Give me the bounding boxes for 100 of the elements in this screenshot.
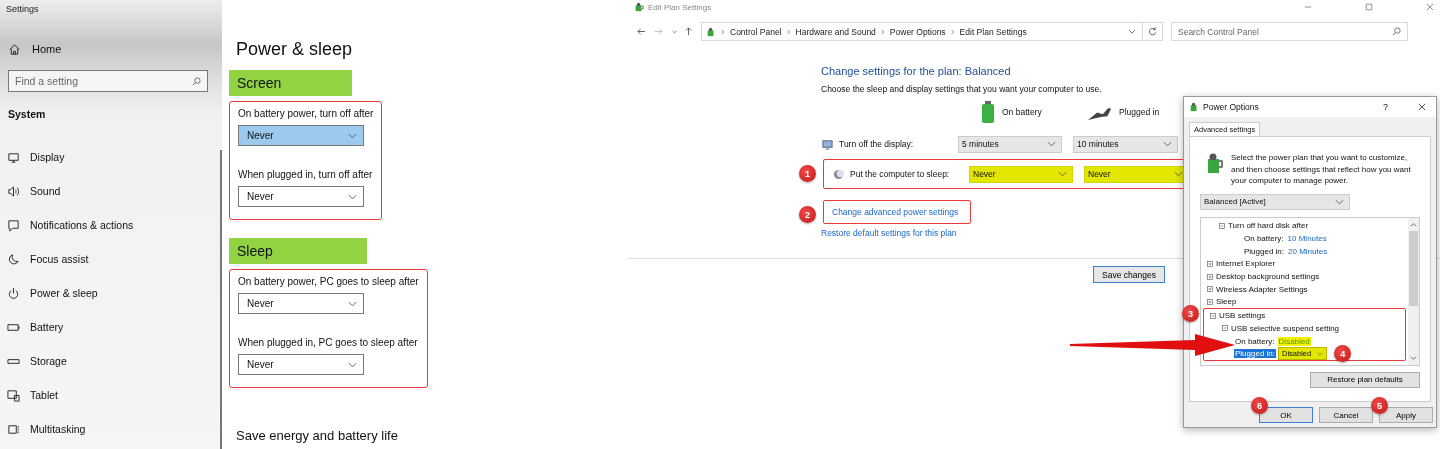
- scroll-thumb[interactable]: [1409, 230, 1418, 306]
- chevron-icon: [721, 28, 725, 35]
- search-field[interactable]: Find a setting: [8, 70, 208, 92]
- expand-icon[interactable]: [1207, 260, 1213, 267]
- tablet-icon: [7, 388, 20, 402]
- app-icon: [1189, 102, 1199, 112]
- chevron-icon: [1174, 171, 1183, 177]
- chevron-icon[interactable]: [1128, 29, 1136, 34]
- tree-item[interactable]: Desktop background settings: [1216, 272, 1320, 282]
- scrollbar[interactable]: [220, 150, 222, 449]
- link[interactable]: Restore default settings for this plan: [821, 228, 957, 238]
- column-header: Plugged in: [1119, 107, 1160, 117]
- setting-label: On battery:: [1234, 336, 1276, 346]
- step-badge: 2: [799, 206, 816, 223]
- tree-item[interactable]: USB settings: [1219, 311, 1266, 321]
- sidebar-item[interactable]: Focus assist: [0, 249, 220, 269]
- section-heading: Save energy and battery life: [236, 428, 399, 444]
- power-icon: [7, 286, 20, 300]
- restore-button[interactable]: Restore plan defaults: [1310, 371, 1420, 388]
- up-icon[interactable]: [684, 27, 693, 36]
- collapse-icon[interactable]: [1222, 325, 1228, 332]
- expand-icon[interactable]: [1207, 273, 1213, 280]
- search-icon: [1392, 27, 1401, 36]
- sidebar-item[interactable]: Storage: [0, 351, 220, 371]
- minimize-icon[interactable]: [1304, 3, 1312, 11]
- moon-icon: [7, 252, 20, 266]
- tree-item[interactable]: Internet Explorer: [1216, 259, 1276, 269]
- setting-value[interactable]: 20 Minutes: [1287, 246, 1329, 256]
- sidebar-item[interactable]: Tablet: [0, 385, 220, 405]
- dropdown[interactable]: Balanced [Active]: [1200, 193, 1350, 210]
- chevron-icon: [1047, 141, 1056, 147]
- forward-icon[interactable]: [654, 27, 663, 36]
- field-label: On battery power, turn off after: [238, 107, 374, 121]
- chevron-icon: [348, 361, 357, 368]
- step-badge: 1: [799, 165, 816, 182]
- breadcrumb-item[interactable]: Power Options: [889, 26, 946, 37]
- tree-item[interactable]: USB selective suspend setting: [1231, 323, 1340, 333]
- step-badge: 4: [1334, 345, 1352, 363]
- section-heading: Screen: [229, 70, 352, 96]
- sidebar-item[interactable]: Battery: [0, 317, 220, 337]
- speaker-icon: [7, 184, 20, 198]
- close-icon[interactable]: [1418, 103, 1426, 111]
- dropdown[interactable]: Never: [238, 186, 364, 207]
- dropdown[interactable]: 5 minutes: [958, 135, 1062, 153]
- page-heading: Change settings for the plan: Balanced: [821, 64, 1011, 78]
- window-title: Edit Plan Settings: [648, 2, 712, 12]
- back-icon[interactable]: [637, 27, 646, 36]
- page-title: Power & sleep: [236, 38, 354, 61]
- dialog-button[interactable]: Cancel: [1319, 407, 1373, 423]
- collapse-icon[interactable]: [1219, 222, 1225, 229]
- scroll-down-icon[interactable]: [1410, 355, 1417, 361]
- refresh-button[interactable]: [1143, 22, 1163, 41]
- chevron-icon: [1335, 198, 1344, 205]
- sidebar-item[interactable]: Power & sleep: [0, 283, 220, 303]
- monitor-icon: [822, 138, 833, 150]
- dropdown[interactable]: Never: [238, 354, 364, 375]
- sidebar-item[interactable]: Notifications & actions: [0, 215, 220, 235]
- section-heading: System: [7, 107, 47, 122]
- setting-value[interactable]: 10 Minutes: [1286, 234, 1328, 244]
- window-title: Power Options: [1203, 102, 1259, 112]
- collapse-icon[interactable]: [1210, 312, 1216, 319]
- description: Choose the sleep and display settings that you want your computer to use.: [821, 83, 1102, 95]
- breadcrumb-item[interactable]: Edit Plan Settings: [959, 26, 1027, 37]
- setting-label: Plugged in:: [1234, 349, 1277, 359]
- app-icon: [706, 26, 716, 37]
- maximize-icon[interactable]: [1365, 3, 1373, 11]
- chevron-icon: [348, 300, 357, 307]
- sidebar-item[interactable]: Multitasking: [0, 419, 220, 439]
- home-link[interactable]: Home: [0, 40, 220, 58]
- tree-item[interactable]: Wireless Adapter Settings: [1216, 284, 1308, 294]
- chevron-icon: [786, 28, 791, 35]
- address-bar[interactable]: Control Panel Hardware and Sound Power Options Edit Plan Settings: [701, 22, 1143, 41]
- column-header: On battery: [1002, 107, 1042, 117]
- setting-value: Disabled: [1277, 336, 1311, 346]
- tree-item[interactable]: Turn off hard disk after: [1228, 221, 1309, 231]
- save-button[interactable]: Save changes: [1093, 266, 1165, 283]
- battery-icon: [981, 101, 995, 123]
- chevron-icon: [950, 28, 955, 35]
- field-label: When plugged in, turn off after: [238, 168, 374, 182]
- app-icon: [1205, 152, 1223, 174]
- expand-icon[interactable]: [1207, 286, 1213, 293]
- expand-icon[interactable]: [1207, 298, 1213, 305]
- dropdown[interactable]: Never: [238, 125, 364, 146]
- sidebar-item[interactable]: Sound: [0, 181, 220, 201]
- chevron-icon: [880, 28, 885, 35]
- help-button[interactable]: ?: [1383, 102, 1388, 112]
- dropdown[interactable]: Never: [969, 165, 1073, 183]
- field-label: When plugged in, PC goes to sleep after: [238, 336, 419, 350]
- dropdown[interactable]: 10 minutes: [1073, 135, 1178, 153]
- breadcrumb-item[interactable]: Control Panel: [730, 26, 782, 37]
- chevron-icon: [348, 193, 357, 200]
- dropdown[interactable]: Never: [238, 293, 364, 314]
- field-label: On battery power, PC goes to sleep after: [238, 275, 419, 289]
- scrollbar[interactable]: [1408, 217, 1419, 365]
- sidebar-item[interactable]: Display: [0, 147, 220, 167]
- chevron-icon: [1317, 351, 1324, 356]
- scroll-up-icon[interactable]: [1410, 221, 1417, 227]
- tree-item[interactable]: Sleep: [1216, 297, 1237, 307]
- breadcrumb-item[interactable]: Hardware and Sound: [795, 26, 876, 37]
- link[interactable]: Change advanced power settings: [832, 207, 959, 217]
